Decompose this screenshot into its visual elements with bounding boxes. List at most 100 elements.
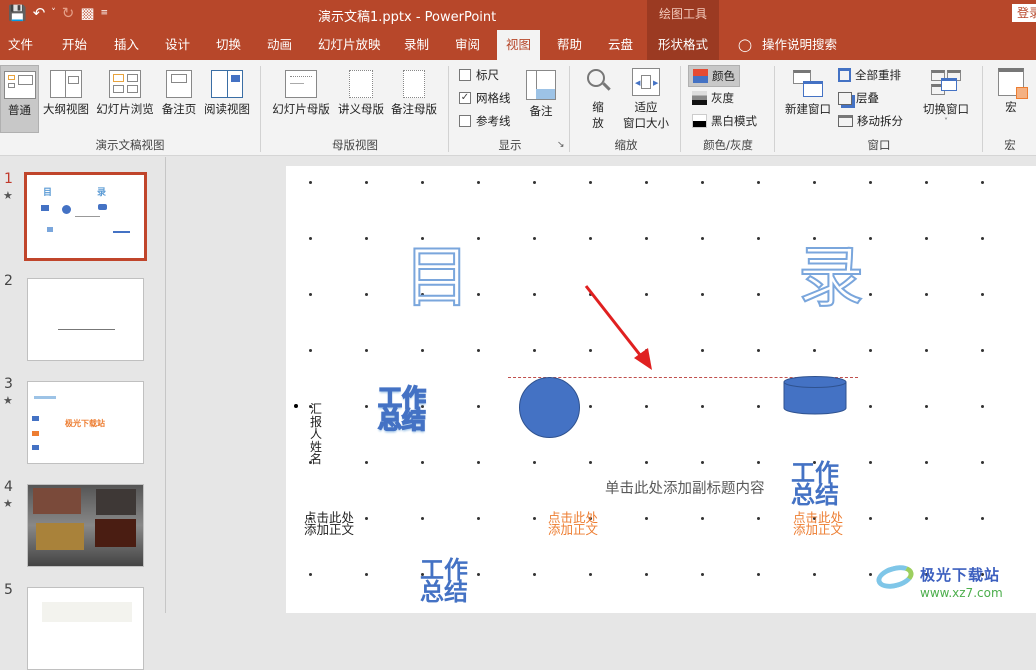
show-group-label: 显示 <box>498 138 522 152</box>
present-from-start-icon[interactable]: ▩ <box>80 4 94 22</box>
move-split-icon <box>838 115 853 127</box>
grid-dot <box>757 517 760 520</box>
grid-dot <box>757 293 760 296</box>
body-placeholder-orange-right[interactable]: 点击此处 添加正文 <box>793 511 844 537</box>
notes-master-label: 备注母版 <box>391 102 437 116</box>
tab-view[interactable]: 视图 <box>497 30 541 60</box>
grid-dot <box>701 405 704 408</box>
work-summary-text-right[interactable]: 工作 总结 <box>791 461 839 509</box>
notes-button[interactable]: 备注 <box>523 70 559 119</box>
grid-dot <box>589 237 592 240</box>
reporter-name-text[interactable]: 汇报 人姓 名 <box>310 403 332 466</box>
slide-sorter-button[interactable]: 幻灯片浏览 <box>94 70 156 117</box>
chevron-down-icon: ˅ <box>944 117 948 126</box>
grid-dot <box>757 237 760 240</box>
login-button[interactable]: 登录 <box>1012 4 1036 22</box>
cascade-button[interactable]: 层叠 <box>838 90 879 106</box>
grid-dot <box>309 181 312 184</box>
switch-window-icon <box>931 68 961 98</box>
thumb-number: 3 <box>4 376 13 392</box>
black-white-button[interactable]: 黑白模式 <box>692 113 757 129</box>
tab-design[interactable]: 设计 <box>165 30 190 60</box>
grid-dot <box>813 573 816 576</box>
new-window-button[interactable]: 新建窗口 <box>782 68 834 117</box>
circle-shape[interactable] <box>519 377 580 438</box>
grid-dot <box>477 181 480 184</box>
notes-master-button[interactable]: 备注母版 <box>388 70 440 117</box>
tab-animations[interactable]: 动画 <box>267 30 292 60</box>
work-summary-text-bottom[interactable]: 工作 总结 <box>420 558 468 603</box>
undo-icon[interactable]: ↶ <box>33 4 46 22</box>
ruler-checkbox-box[interactable] <box>459 69 471 81</box>
slide-thumbnail-3[interactable]: 极光下载站 <box>27 381 144 464</box>
slide-canvas[interactable]: 目 录 汇报 人姓 名 工作 总结 单击此处添加副标题内容 工作 总结 点击此处… <box>286 166 1036 613</box>
tab-transitions[interactable]: 切换 <box>216 30 241 60</box>
tab-slideshow[interactable]: 幻灯片放映 <box>318 30 381 60</box>
grid-dot <box>365 517 368 520</box>
arrange-all-button[interactable]: 全部重排 <box>838 67 901 83</box>
guides-checkbox-box[interactable] <box>459 115 471 127</box>
tab-insert[interactable]: 插入 <box>114 30 139 60</box>
body-placeholder-black[interactable]: 点击此处 添加正文 <box>304 511 354 536</box>
grid-dot <box>645 573 648 576</box>
customize-qat-icon[interactable]: ≡ <box>101 8 109 18</box>
reading-view-button[interactable]: 阅读视图 <box>201 70 253 117</box>
grayscale-button[interactable]: 灰度 <box>692 90 734 106</box>
tab-shape-format[interactable]: 形状格式 <box>647 30 719 60</box>
work-summary-line: 总结 <box>791 480 839 509</box>
grid-dot <box>421 349 424 352</box>
color-mode-button[interactable]: 颜色 <box>688 65 740 87</box>
redo-icon[interactable]: ↻ <box>62 4 75 22</box>
grid-dot <box>757 349 760 352</box>
ruler-checkbox[interactable]: 标尺 <box>459 67 499 83</box>
work-summary-wordart[interactable]: 工作 总结 <box>377 385 427 432</box>
normal-view-icon <box>3 71 36 99</box>
tab-help[interactable]: 帮助 <box>557 30 582 60</box>
cylinder-shape[interactable] <box>783 376 847 416</box>
slide-thumbnails-panel[interactable]: 1 ★ 目 录 2 3 ★ 极光下载站 4 ★ 5 <box>0 157 166 670</box>
slide-thumbnail-2[interactable] <box>27 278 144 361</box>
zoom-button[interactable]: 缩 放 <box>582 68 614 131</box>
slide-thumbnail-5[interactable] <box>27 587 144 670</box>
fit-to-window-button[interactable]: ◀ ▶ 适应 窗口大小 <box>620 68 672 131</box>
tab-home[interactable]: 开始 <box>62 30 87 60</box>
notes-label: 备注 <box>529 104 553 118</box>
switch-window-button[interactable]: 切换窗口 ˅ <box>918 68 974 126</box>
watermark-logo-icon <box>873 561 917 593</box>
normal-view-button[interactable]: 普通 <box>0 65 39 133</box>
tab-cloud[interactable]: 云盘 <box>608 30 633 60</box>
tell-me-search[interactable]: ◯ 操作说明搜索 <box>738 30 837 60</box>
grid-dot <box>925 237 928 240</box>
grid-dot <box>365 349 368 352</box>
title-char-lu[interactable]: 录 <box>797 224 865 320</box>
slide-thumbnail-1[interactable]: 目 录 <box>24 172 147 261</box>
thumb-number: 1 <box>4 171 13 187</box>
outline-view-button[interactable]: 大纲视图 <box>40 70 92 117</box>
group-separator <box>448 66 449 152</box>
handout-master-button[interactable]: 讲义母版 <box>335 70 387 117</box>
notes-page-button[interactable]: 备注页 <box>158 70 200 117</box>
body-line: 添加正文 <box>793 521 844 537</box>
slide-thumbnail-4[interactable] <box>27 484 144 567</box>
dialog-launcher-icon[interactable]: ↘ <box>557 140 565 150</box>
undo-dropdown-icon[interactable]: ˅ <box>51 8 56 18</box>
subtitle-placeholder[interactable]: 单击此处添加副标题内容 <box>605 482 765 497</box>
tab-review[interactable]: 审阅 <box>455 30 480 60</box>
grayscale-swatch-icon <box>692 91 707 105</box>
macros-button[interactable]: 宏 <box>993 68 1029 115</box>
move-split-button[interactable]: 移动拆分 <box>838 113 903 129</box>
tab-file[interactable]: 文件 <box>8 30 33 60</box>
watermark: 极光下载站 www.xz7.com <box>873 561 1036 613</box>
slide-master-button[interactable]: 幻灯片母版 <box>268 70 334 117</box>
grid-dot <box>645 461 648 464</box>
grid-dot <box>533 517 536 520</box>
guides-checkbox[interactable]: 参考线 <box>459 113 511 129</box>
gridlines-checkbox-box[interactable]: ✓ <box>459 92 471 104</box>
cascade-icon <box>838 91 852 105</box>
gridlines-checkbox[interactable]: ✓ 网格线 <box>459 90 511 106</box>
body-placeholder-orange[interactable]: 点击此处 添加正文 <box>548 511 598 536</box>
tab-record[interactable]: 录制 <box>404 30 429 60</box>
thumb-number: 2 <box>4 273 13 289</box>
title-char-mu[interactable]: 目 <box>403 224 471 320</box>
save-icon[interactable]: 💾 <box>8 4 27 22</box>
